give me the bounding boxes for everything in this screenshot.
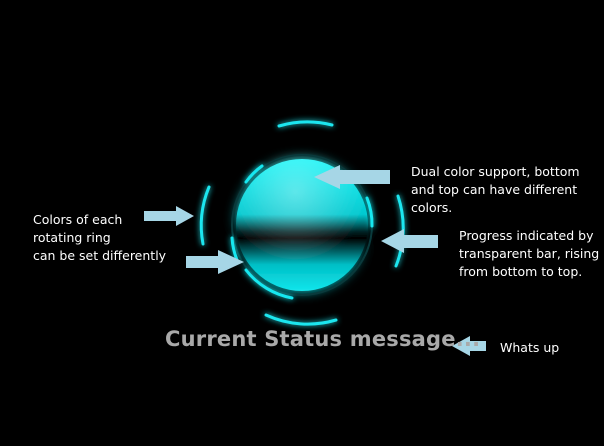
annotation-ring-colors: Colors of each rotating ring can be set … <box>33 212 167 263</box>
annotation-progress: Progress indicated by transparent bar, r… <box>459 228 600 279</box>
progress-indicator-demo: Colors of each rotating ring can be set … <box>0 0 604 446</box>
annotation-whats-up: Whats up <box>500 340 560 355</box>
status-message: Current Status message... <box>165 327 481 351</box>
annotation-dual-color: Dual color support, bottom and top can h… <box>411 164 580 215</box>
arrow-left-icon <box>381 229 438 253</box>
